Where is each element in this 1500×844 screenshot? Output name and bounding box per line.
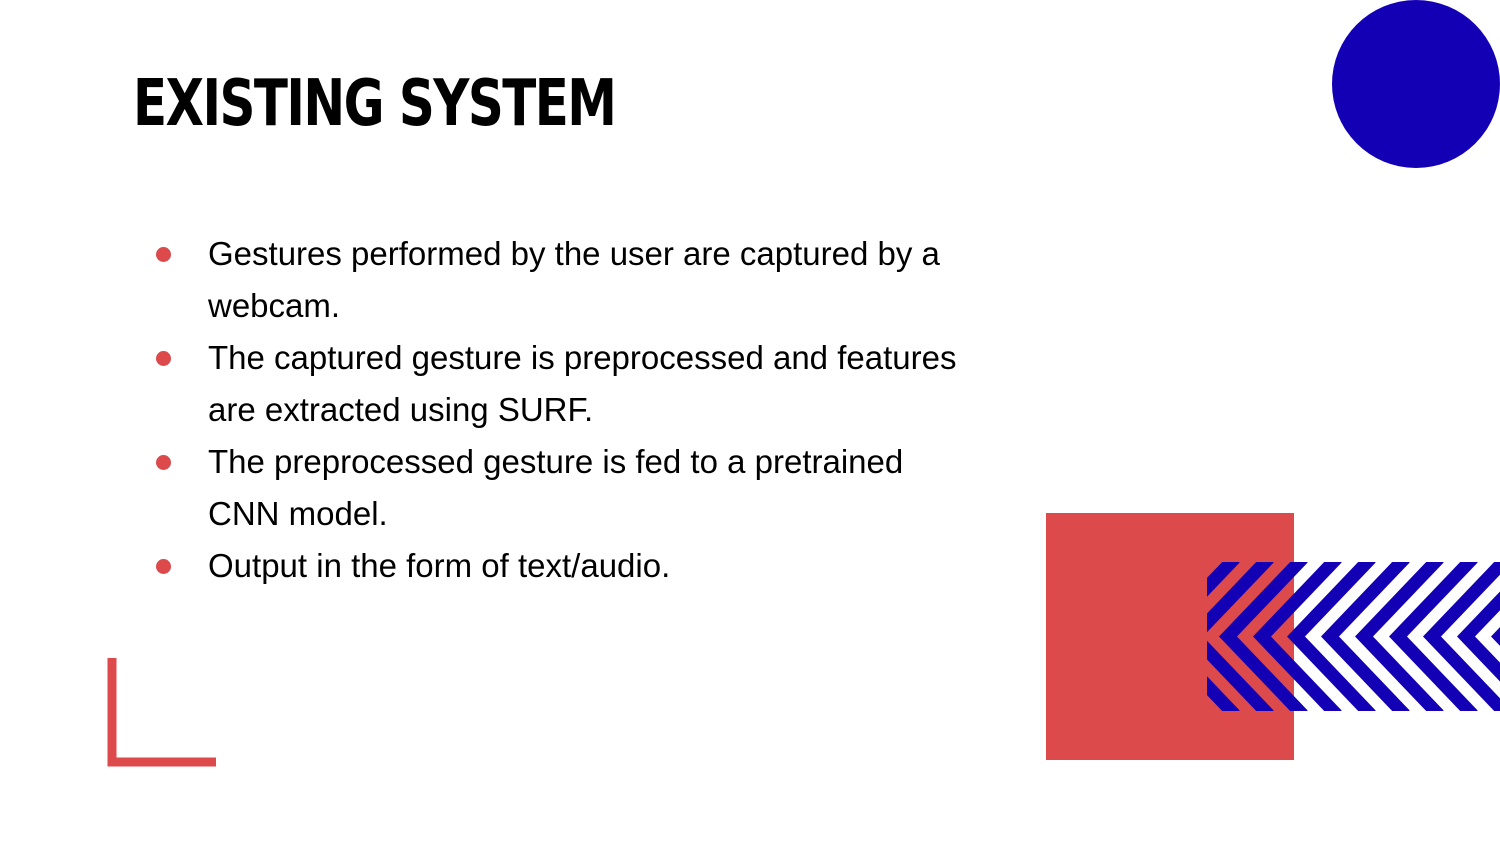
bullet-dot-icon <box>156 351 171 366</box>
blue-circle-decoration <box>1332 0 1500 168</box>
bullet-text: Gestures performed by the user are captu… <box>208 235 940 324</box>
red-corner-bracket-decoration <box>107 658 216 767</box>
bullet-list: Gestures performed by the user are captu… <box>150 228 980 592</box>
bullet-text: The preprocessed gesture is fed to a pre… <box>208 443 904 532</box>
bullet-item: Output in the form of text/audio. <box>150 540 980 592</box>
slide-title: EXISTING SYSTEM <box>133 67 617 141</box>
bullet-item: Gestures performed by the user are captu… <box>150 228 980 332</box>
bullet-dot-icon <box>156 247 171 262</box>
bullet-text: Output in the form of text/audio. <box>208 547 671 584</box>
slide: EXISTING SYSTEM Gestures performed by th… <box>0 0 1500 844</box>
bullet-dot-icon <box>156 559 171 574</box>
blue-chevron-pattern-decoration <box>1207 562 1500 711</box>
bullet-item: The captured gesture is preprocessed and… <box>150 332 980 436</box>
bullet-item: The preprocessed gesture is fed to a pre… <box>150 436 980 540</box>
bullet-text: The captured gesture is preprocessed and… <box>208 339 957 428</box>
bullet-dot-icon <box>156 455 171 470</box>
